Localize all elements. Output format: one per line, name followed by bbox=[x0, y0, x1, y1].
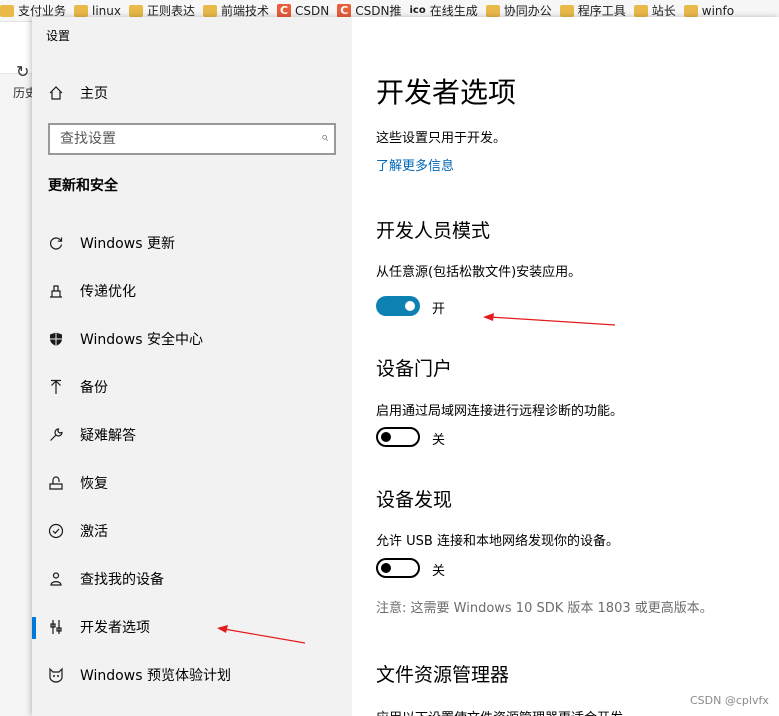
bookmark-label: CSDN bbox=[295, 3, 330, 18]
sidebar-item-activation[interactable]: 激活 bbox=[32, 507, 352, 555]
check-circle-icon bbox=[32, 523, 80, 539]
browser-side-strip bbox=[0, 22, 32, 716]
toggle-knob bbox=[381, 432, 391, 442]
folder-icon bbox=[485, 4, 500, 17]
device-discovery-state-label: 关 bbox=[432, 564, 446, 579]
ico-icon: ico bbox=[409, 5, 426, 16]
csdn-icon: C bbox=[277, 3, 292, 18]
device-portal-heading: 设备门户 bbox=[376, 358, 453, 380]
history-icon[interactable]: ↻ bbox=[16, 62, 29, 81]
sidebar-item-label: Windows 安全中心 bbox=[80, 332, 203, 348]
folder-icon bbox=[559, 4, 574, 17]
sidebar: 设置 主页 ⌕ 更新和安全 Windows 更新 传递优化 bbox=[32, 17, 352, 716]
intro-text: 这些设置只用于开发。 bbox=[376, 131, 507, 146]
file-explorer-heading: 文件资源管理器 bbox=[376, 664, 510, 686]
folder-icon bbox=[633, 4, 648, 17]
delivery-icon bbox=[32, 283, 80, 299]
device-discovery-toggle[interactable] bbox=[376, 558, 420, 578]
sidebar-item-label: 备份 bbox=[80, 380, 108, 396]
learn-more-link[interactable]: 了解更多信息 bbox=[376, 155, 454, 174]
sidebar-item-label: Windows 更新 bbox=[80, 236, 175, 252]
sidebar-item-label: 疑难解答 bbox=[80, 428, 136, 444]
sidebar-item-developer-options[interactable]: 开发者选项 bbox=[32, 603, 352, 651]
recovery-icon bbox=[32, 475, 80, 491]
search-box[interactable]: ⌕ bbox=[48, 123, 336, 155]
folder-icon bbox=[203, 4, 218, 17]
device-discovery-note: 注意: 这需要 Windows 10 SDK 版本 1803 或更高版本。 bbox=[376, 601, 713, 616]
shield-icon bbox=[32, 331, 80, 347]
developer-icon bbox=[32, 619, 80, 635]
device-discovery-heading: 设备发现 bbox=[376, 489, 453, 511]
bookmark-item[interactable]: winfo bbox=[683, 3, 735, 18]
device-portal-state-label: 关 bbox=[432, 433, 446, 448]
bookmark-item[interactable]: linux bbox=[74, 4, 121, 18]
dev-mode-desc: 从任意源(包括松散文件)安装应用。 bbox=[376, 265, 582, 280]
folder-icon bbox=[0, 4, 14, 17]
backup-icon bbox=[32, 379, 80, 395]
settings-window: 设置 主页 ⌕ 更新和安全 Windows 更新 传递优化 bbox=[32, 17, 779, 716]
watermark: CSDN @cplvfx bbox=[690, 694, 769, 707]
toggle-knob bbox=[405, 301, 415, 311]
csdn-icon: C bbox=[337, 3, 352, 18]
home-icon bbox=[32, 85, 80, 101]
device-discovery-desc: 允许 USB 连接和本地网络发现你的设备。 bbox=[376, 534, 619, 549]
sidebar-item-label: 开发者选项 bbox=[80, 620, 150, 636]
dev-mode-state-label: 开 bbox=[432, 302, 446, 317]
dev-mode-heading: 开发人员模式 bbox=[376, 220, 491, 242]
person-location-icon bbox=[32, 571, 80, 587]
search-icon[interactable]: ⌕ bbox=[321, 130, 328, 145]
sidebar-item-label: 主页 bbox=[80, 86, 108, 102]
sidebar-item-windows-security[interactable]: Windows 安全中心 bbox=[32, 315, 352, 363]
sidebar-item-backup[interactable]: 备份 bbox=[32, 363, 352, 411]
bookmark-label: linux bbox=[92, 3, 121, 18]
dev-mode-toggle[interactable] bbox=[376, 296, 420, 316]
folder-icon bbox=[74, 4, 89, 17]
sidebar-item-label: Windows 预览体验计划 bbox=[80, 668, 231, 684]
file-explorer-desc: 应用以下设置使文件资源管理器更适合开发。 bbox=[376, 707, 636, 716]
sidebar-item-find-my-device[interactable]: 查找我的设备 bbox=[32, 555, 352, 603]
folder-icon bbox=[683, 4, 698, 17]
sidebar-item-recovery[interactable]: 恢复 bbox=[32, 459, 352, 507]
sidebar-item-home[interactable]: 主页 bbox=[32, 79, 352, 107]
history-label[interactable]: 历史 bbox=[13, 84, 32, 101]
device-portal-toggle[interactable] bbox=[376, 427, 420, 447]
content-pane: 开发者选项 这些设置只用于开发。 了解更多信息 开发人员模式 从任意源(包括松散… bbox=[376, 17, 779, 716]
insider-cat-icon bbox=[32, 667, 80, 683]
folder-icon bbox=[129, 4, 143, 17]
sidebar-item-troubleshoot[interactable]: 疑难解答 bbox=[32, 411, 352, 459]
sidebar-item-windows-update[interactable]: Windows 更新 bbox=[32, 219, 352, 267]
bookmark-item[interactable]: C CSDN bbox=[277, 3, 330, 18]
refresh-icon bbox=[32, 235, 80, 251]
wrench-icon bbox=[32, 427, 80, 443]
sidebar-item-label: 传递优化 bbox=[80, 284, 136, 300]
sidebar-item-windows-insider[interactable]: Windows 预览体验计划 bbox=[32, 651, 352, 699]
sidebar-nav: Windows 更新 传递优化 Windows 安全中心 备份 疑难解答 恢复 … bbox=[32, 219, 352, 699]
sidebar-item-label: 查找我的设备 bbox=[80, 572, 164, 588]
sidebar-item-label: 激活 bbox=[80, 524, 108, 540]
search-input[interactable] bbox=[60, 131, 300, 147]
window-title: 设置 bbox=[46, 29, 71, 43]
sidebar-item-delivery-optimization[interactable]: 传递优化 bbox=[32, 267, 352, 315]
bookmark-label: winfo bbox=[701, 3, 735, 18]
section-title: 更新和安全 bbox=[48, 178, 118, 194]
sidebar-item-label: 恢复 bbox=[80, 476, 108, 492]
device-portal-desc: 启用通过局域网连接进行远程诊断的功能。 bbox=[376, 404, 624, 419]
page-title: 开发者选项 bbox=[376, 76, 517, 109]
toggle-knob bbox=[381, 563, 391, 573]
